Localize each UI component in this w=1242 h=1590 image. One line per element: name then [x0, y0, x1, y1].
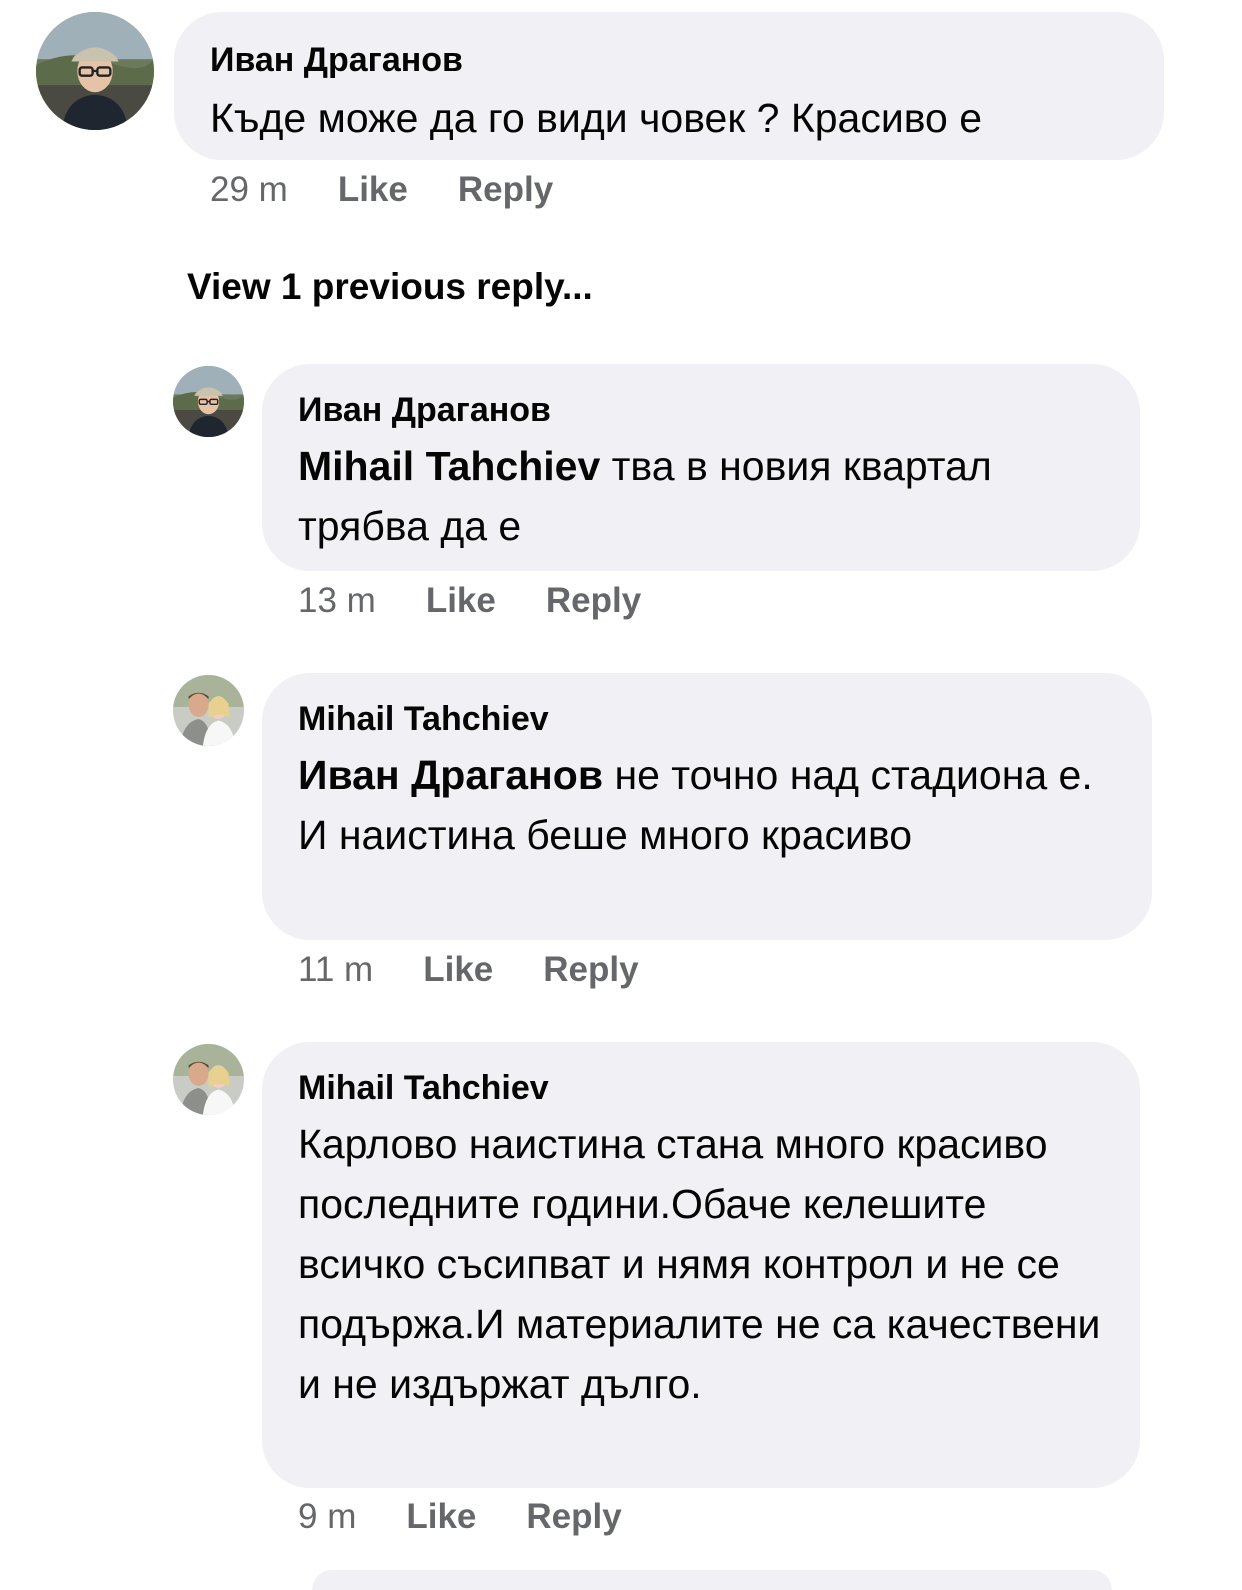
reply-button[interactable]: Reply — [546, 581, 641, 621]
comment-author[interactable]: Mihail Tahchiev — [298, 1068, 1104, 1108]
reply-button[interactable]: Reply — [543, 950, 638, 990]
like-button[interactable]: Like — [338, 170, 408, 210]
comment-body: Карлово наистина стана много красиво пос… — [298, 1121, 1101, 1407]
mention-link[interactable]: Mihail Tahchiev — [298, 443, 600, 489]
reply-button[interactable]: Reply — [526, 1497, 621, 1537]
comment-bubble[interactable]: Mihail Tahchiev Иван Драганов не точно н… — [262, 673, 1152, 940]
reply-button[interactable]: Reply — [458, 170, 553, 210]
avatar[interactable] — [173, 675, 244, 746]
next-comment-bubble-edge — [312, 1570, 1112, 1590]
comment-author[interactable]: Иван Драганов — [210, 40, 1128, 80]
avatar-man-cap-glasses-icon — [173, 366, 244, 437]
avatar-couple-icon — [173, 1044, 244, 1115]
comment-author[interactable]: Иван Драганов — [298, 390, 1104, 430]
avatar[interactable] — [173, 1044, 244, 1115]
comment-time[interactable]: 13 m — [298, 581, 376, 621]
avatar[interactable] — [36, 12, 154, 130]
comment-time[interactable]: 11 m — [298, 950, 373, 990]
comment-text: Карлово наистина стана много красиво пос… — [298, 1114, 1104, 1414]
avatar-couple-icon — [173, 675, 244, 746]
comment-bubble[interactable]: Иван Драганов Къде може да го види човек… — [174, 12, 1164, 160]
comment-text: Mihail Tahchiev тва в новия квартал тряб… — [298, 436, 1104, 556]
comment-time[interactable]: 9 m — [298, 1497, 356, 1537]
comment-text: Иван Драганов не точно над стадиона е. И… — [298, 745, 1116, 865]
like-button[interactable]: Like — [406, 1497, 476, 1537]
comment-time[interactable]: 29 m — [210, 170, 288, 210]
comment-actions: 11 m Like Reply — [298, 950, 689, 990]
avatar-man-cap-glasses-icon — [36, 12, 154, 130]
like-button[interactable]: Like — [423, 950, 493, 990]
like-button[interactable]: Like — [426, 581, 496, 621]
comment-author[interactable]: Mihail Tahchiev — [298, 699, 1116, 739]
comment-text: Къде може да го види човек ? Красиво е — [210, 88, 1128, 148]
comment-actions: 9 m Like Reply — [298, 1497, 672, 1537]
comment-bubble[interactable]: Mihail Tahchiev Карлово наистина стана м… — [262, 1042, 1140, 1488]
comment-actions: 29 m Like Reply — [210, 170, 603, 210]
mention-link[interactable]: Иван Драганов — [298, 752, 603, 798]
comment-bubble[interactable]: Иван Драганов Mihail Tahchiev тва в нови… — [262, 364, 1140, 571]
avatar[interactable] — [173, 366, 244, 437]
comment-actions: 13 m Like Reply — [298, 581, 691, 621]
view-previous-replies-link[interactable]: View 1 previous reply... — [187, 266, 593, 308]
comment-body: Къде може да го види човек ? Красиво е — [210, 95, 983, 141]
